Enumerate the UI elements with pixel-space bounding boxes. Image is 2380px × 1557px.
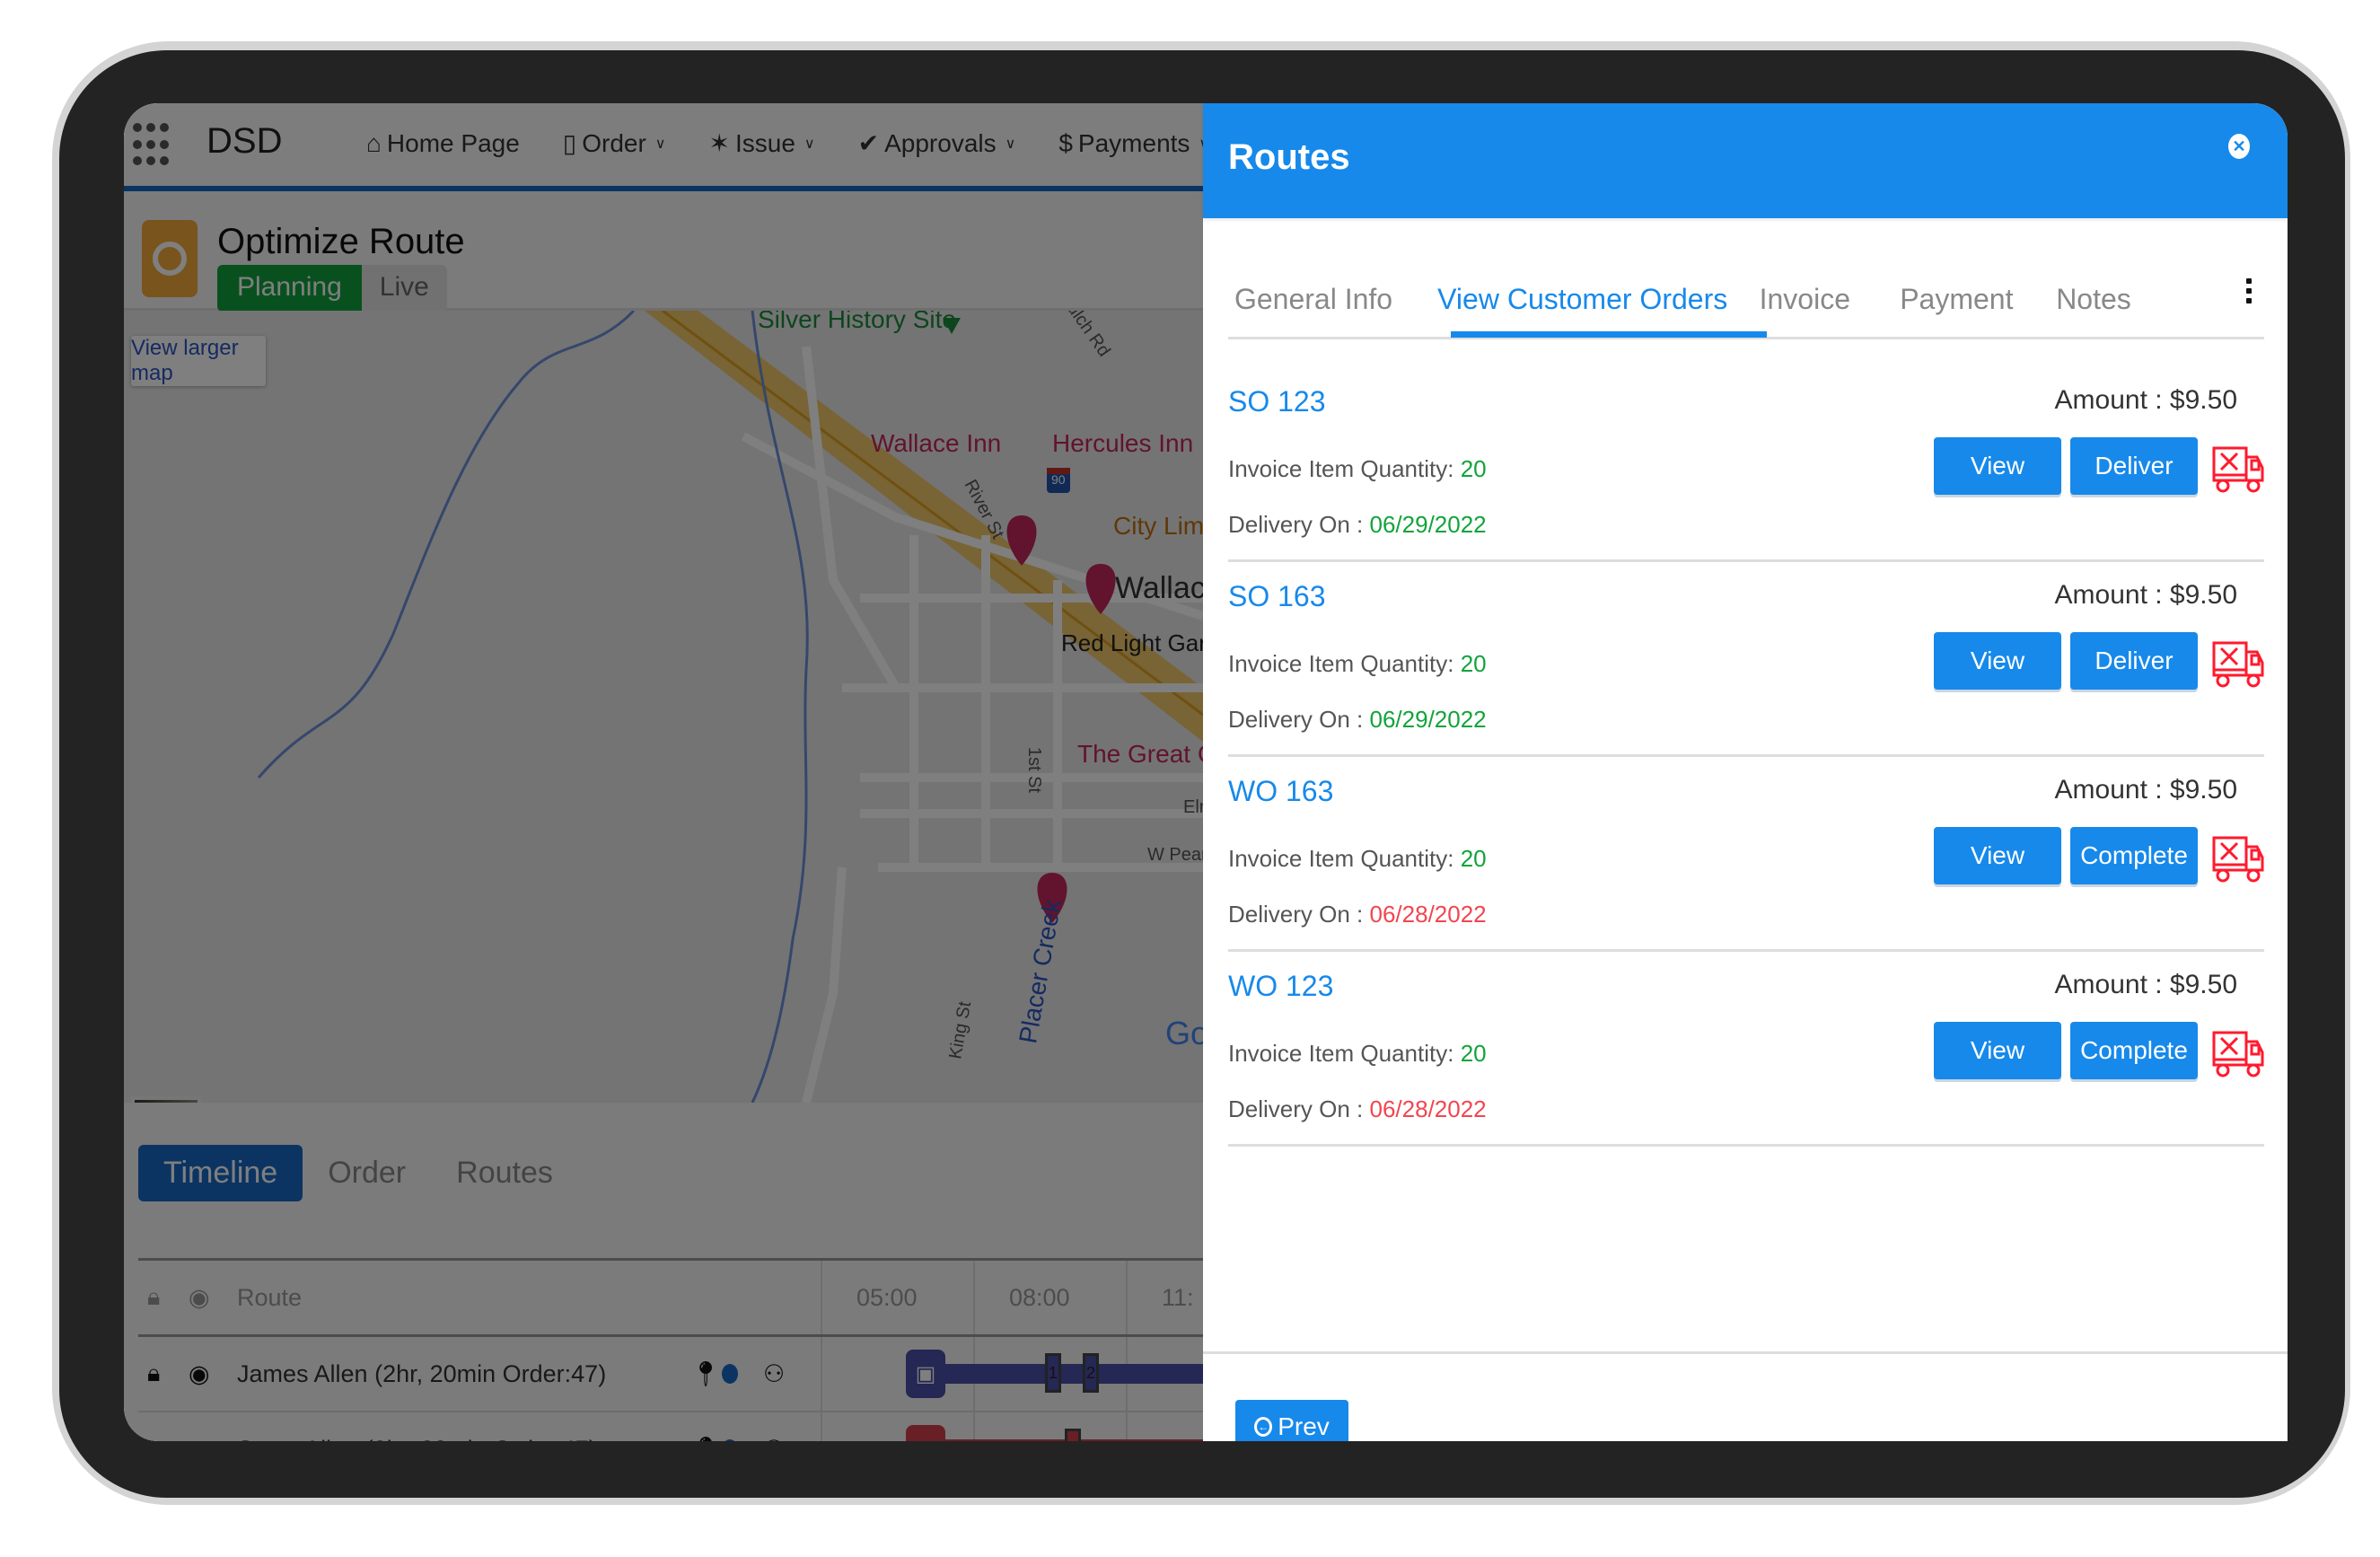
- qty-label: Invoice Item Quantity:: [1228, 650, 1454, 677]
- order-amount: Amount : $9.50: [2054, 970, 2237, 999]
- prev-button[interactable]: ← Prev: [1235, 1400, 1348, 1441]
- tab-general-info[interactable]: General Info: [1234, 283, 1392, 330]
- delivery-label: Delivery On :: [1228, 901, 1364, 928]
- deliver-order-button[interactable]: Deliver: [2070, 632, 2198, 690]
- footer-divider: [1203, 1351, 2288, 1354]
- arrow-left-circle-icon: ←: [1254, 1417, 1273, 1437]
- routes-modal: Routes ✕ General Info View Customer Order…: [1203, 103, 2288, 1441]
- view-order-button[interactable]: View: [1934, 437, 2061, 495]
- order-card: WO 123 Amount : $9.50 Invoice Item Quant…: [1228, 950, 2264, 1147]
- qty-value: 20: [1460, 1040, 1487, 1067]
- modal-tab-bar: General Info View Customer Orders Invoice P…: [1228, 283, 2264, 339]
- order-amount: Amount : $9.50: [2054, 775, 2237, 805]
- qty-label: Invoice Item Quantity:: [1228, 455, 1454, 482]
- prev-button-label: Prev: [1278, 1412, 1330, 1440]
- delivery-date-value: 06/29/2022: [1369, 706, 1487, 733]
- delivery-date: Delivery On : 06/29/2022: [1228, 706, 1487, 734]
- cancel-delivery-truck-icon[interactable]: [2210, 1029, 2266, 1079]
- order-card: SO 123 Amount : $9.50 Invoice Item Quant…: [1228, 365, 2264, 562]
- delivery-date: Delivery On : 06/28/2022: [1228, 1095, 1487, 1123]
- delivery-date: Delivery On : 06/28/2022: [1228, 901, 1487, 928]
- order-id-link[interactable]: SO 123: [1228, 385, 1326, 418]
- cancel-delivery-truck-icon[interactable]: [2210, 444, 2266, 495]
- order-id-link[interactable]: SO 163: [1228, 580, 1326, 613]
- delivery-date: Delivery On : 06/29/2022: [1228, 511, 1487, 539]
- qty-value: 20: [1460, 845, 1487, 872]
- order-id-link[interactable]: WO 163: [1228, 775, 1333, 808]
- tab-invoice[interactable]: Invoice: [1760, 283, 1850, 330]
- more-options-icon[interactable]: [2246, 278, 2252, 303]
- order-amount: Amount : $9.50: [2054, 580, 2237, 610]
- cancel-delivery-truck-icon[interactable]: [2210, 639, 2266, 690]
- qty-value: 20: [1460, 650, 1487, 677]
- delivery-date-value: 06/28/2022: [1369, 901, 1487, 928]
- invoice-item-quantity: Invoice Item Quantity: 20: [1228, 1040, 1487, 1068]
- complete-order-button[interactable]: Complete: [2070, 827, 2198, 884]
- qty-value: 20: [1460, 455, 1487, 482]
- invoice-item-quantity: Invoice Item Quantity: 20: [1228, 455, 1487, 483]
- invoice-item-quantity: Invoice Item Quantity: 20: [1228, 650, 1487, 678]
- tab-view-customer-orders[interactable]: View Customer Orders: [1437, 283, 1727, 330]
- modal-header: Routes ✕: [1203, 103, 2288, 218]
- delivery-label: Delivery On :: [1228, 1095, 1364, 1122]
- modal-title: Routes: [1228, 137, 1350, 177]
- optimize-route-app: DSD ⌂ Home Page▯ Order∨✶ Issue∨✔ Approva…: [124, 103, 1217, 1441]
- active-tab-indicator: [1451, 331, 1767, 338]
- qty-label: Invoice Item Quantity:: [1228, 845, 1454, 872]
- tab-notes[interactable]: Notes: [2056, 283, 2131, 330]
- close-icon[interactable]: ✕: [2228, 134, 2250, 159]
- cancel-delivery-truck-icon[interactable]: [2210, 834, 2266, 884]
- tablet-screen: DSD ⌂ Home Page▯ Order∨✶ Issue∨✔ Approva…: [124, 103, 2288, 1441]
- invoice-item-quantity: Invoice Item Quantity: 20: [1228, 845, 1487, 873]
- order-card: SO 163 Amount : $9.50 Invoice Item Quant…: [1228, 560, 2264, 757]
- delivery-label: Delivery On :: [1228, 511, 1364, 538]
- order-card: WO 163 Amount : $9.50 Invoice Item Quant…: [1228, 755, 2264, 952]
- tab-payment[interactable]: Payment: [1900, 283, 2013, 330]
- complete-order-button[interactable]: Complete: [2070, 1022, 2198, 1079]
- view-order-button[interactable]: View: [1934, 1022, 2061, 1079]
- deliver-order-button[interactable]: Deliver: [2070, 437, 2198, 495]
- delivery-date-value: 06/29/2022: [1369, 511, 1487, 538]
- modal-backdrop[interactable]: [124, 103, 1203, 1441]
- view-order-button[interactable]: View: [1934, 632, 2061, 690]
- qty-label: Invoice Item Quantity:: [1228, 1040, 1454, 1067]
- view-order-button[interactable]: View: [1934, 827, 2061, 884]
- delivery-date-value: 06/28/2022: [1369, 1095, 1487, 1122]
- delivery-label: Delivery On :: [1228, 706, 1364, 733]
- order-id-link[interactable]: WO 123: [1228, 970, 1333, 1003]
- order-amount: Amount : $9.50: [2054, 385, 2237, 415]
